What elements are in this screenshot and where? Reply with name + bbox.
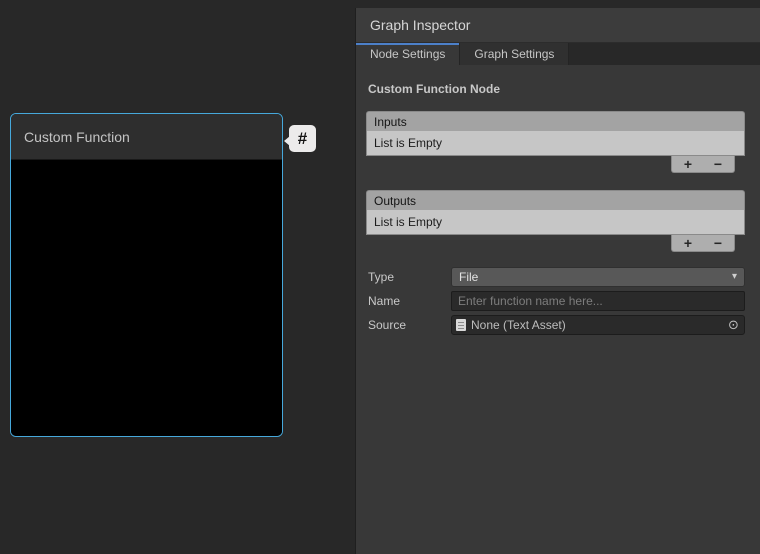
function-name-input[interactable] [451, 291, 745, 311]
hash-badge[interactable]: # [289, 125, 316, 152]
property-rows: Type File ▾ Name Source None (Text Asset… [366, 267, 745, 335]
tab-bar: Node Settings Graph Settings [356, 43, 760, 65]
inspector-content: Custom Function Node Inputs List is Empt… [356, 64, 760, 554]
name-row: Name [366, 291, 745, 311]
source-row: Source None (Text Asset) ⊙ [366, 315, 745, 335]
tab-label: Node Settings [370, 47, 445, 61]
add-input-button[interactable]: + [677, 157, 699, 172]
source-object-value: None (Text Asset) [471, 318, 725, 332]
inputs-list-empty-label: List is Empty [366, 131, 745, 156]
type-dropdown-value: File [459, 270, 478, 284]
tab-label: Graph Settings [474, 47, 554, 61]
panel-title: Graph Inspector [370, 17, 470, 33]
source-label: Source [366, 318, 451, 332]
tab-node-settings[interactable]: Node Settings [356, 43, 460, 65]
panel-header: Graph Inspector [356, 8, 760, 43]
chevron-down-icon: ▾ [732, 272, 737, 282]
type-row: Type File ▾ [366, 267, 745, 287]
node-title: Custom Function [24, 129, 130, 145]
name-label: Name [366, 294, 451, 308]
outputs-list-header: Outputs [366, 190, 745, 210]
badge-tail [284, 136, 290, 146]
outputs-list-footer: + − [366, 235, 745, 254]
object-picker-icon[interactable]: ⊙ [725, 317, 742, 334]
type-label: Type [366, 270, 451, 284]
inputs-list-buttons: + − [671, 156, 735, 173]
node-title-bar[interactable]: Custom Function [11, 114, 282, 160]
section-title: Custom Function Node [368, 82, 745, 96]
outputs-list-empty-label: List is Empty [366, 210, 745, 235]
text-asset-icon [456, 319, 466, 331]
type-dropdown[interactable]: File ▾ [451, 267, 745, 287]
custom-function-node[interactable]: Custom Function [10, 113, 283, 437]
outputs-list: Outputs List is Empty + − [366, 190, 745, 254]
hash-icon: # [298, 129, 307, 149]
graph-inspector-panel: Graph Inspector Node Settings Graph Sett… [355, 8, 760, 554]
remove-output-button[interactable]: − [707, 236, 729, 251]
node-preview-area [11, 160, 282, 436]
add-output-button[interactable]: + [677, 236, 699, 251]
tab-graph-settings[interactable]: Graph Settings [460, 43, 569, 65]
remove-input-button[interactable]: − [707, 157, 729, 172]
inputs-list-footer: + − [366, 156, 745, 175]
inputs-list-header: Inputs [366, 111, 745, 131]
inputs-list: Inputs List is Empty + − [366, 111, 745, 175]
outputs-list-buttons: + − [671, 235, 735, 252]
source-object-field[interactable]: None (Text Asset) ⊙ [451, 315, 745, 335]
